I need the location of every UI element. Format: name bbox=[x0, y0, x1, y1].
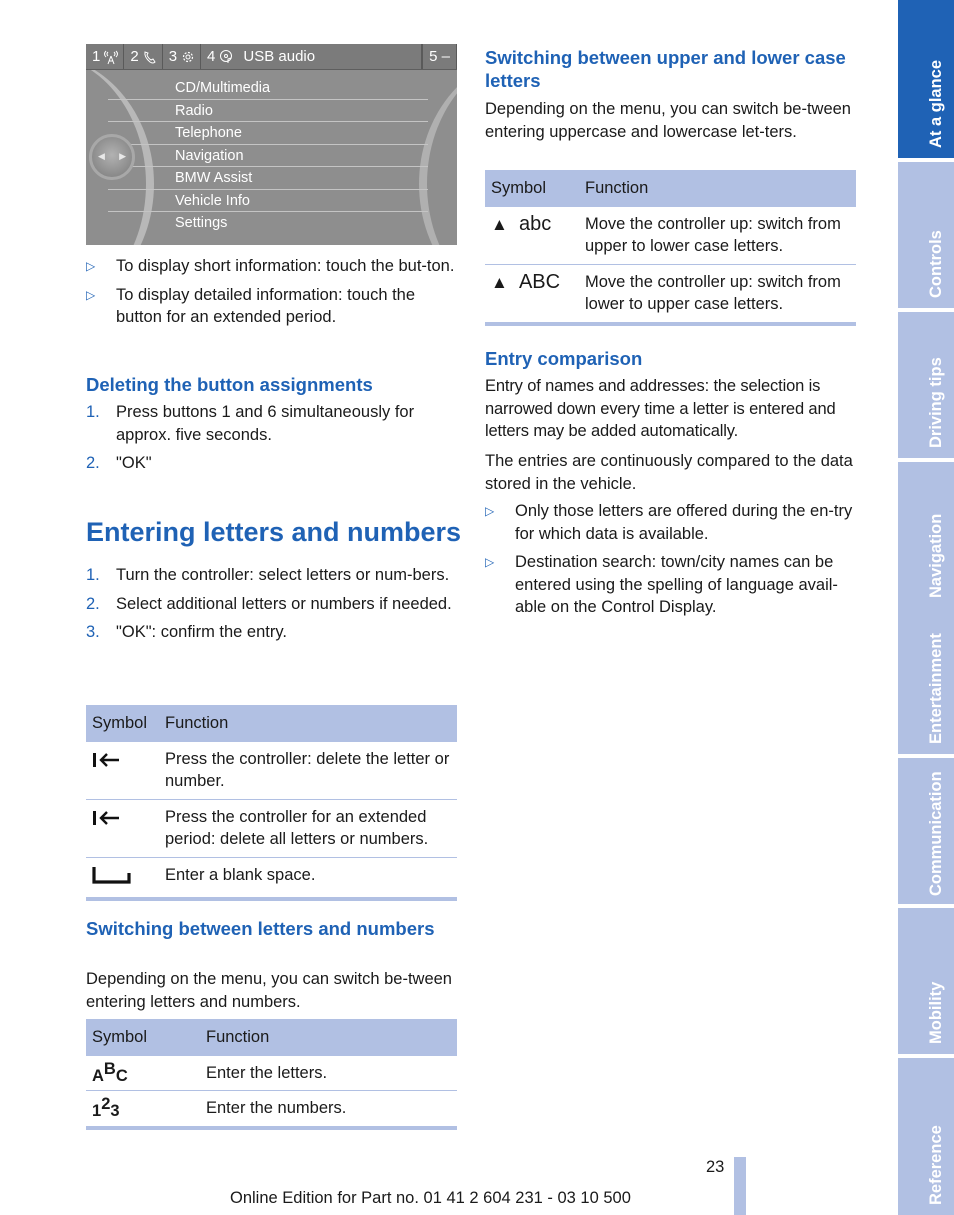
menu-item-bmw-assist: BMW Assist bbox=[108, 167, 428, 190]
tab-driving-tips[interactable]: Driving tips bbox=[898, 312, 954, 458]
menu-item-telephone: Telephone bbox=[108, 122, 428, 145]
menu-item-settings: Settings bbox=[175, 215, 228, 231]
entry-comparison-para-2: The entries are continuously compared to… bbox=[485, 452, 853, 493]
letters-mode-icon: ABC bbox=[86, 1055, 200, 1091]
tab-communication[interactable]: Communication bbox=[898, 758, 954, 904]
list-item: ▷ Destination search: town/city names can… bbox=[485, 553, 838, 616]
switching-case-heading: Switching between upper and lower case l… bbox=[485, 47, 846, 91]
idrive-screen-image: 1 2 3 4 USB audio 5 – CD/Multimedia Radi… bbox=[86, 44, 457, 245]
screen-favorites-bar: 1 2 3 4 USB audio 5 – bbox=[86, 44, 457, 70]
intro-bullet-list: ▷ To display short information: touch the… bbox=[86, 255, 458, 329]
menu-item-vehicle-info: Vehicle Info bbox=[108, 190, 428, 212]
bullet-triangle-icon: ▷ bbox=[485, 555, 495, 569]
menu-item-navigation: Navigation bbox=[108, 145, 428, 167]
list-item: 2. "OK" bbox=[86, 454, 152, 472]
table-row: Press the controller: delete the letter … bbox=[86, 741, 457, 800]
phone-icon bbox=[144, 50, 156, 63]
table-row: ▲ abc Move the controller up: switch fro… bbox=[485, 206, 856, 265]
deleting-assignments-heading: Deleting the button assignments bbox=[86, 374, 373, 395]
lowercase-mode-icon: ▲ abc bbox=[485, 206, 579, 265]
table-row: ▲ ABC Move the controller up: switch fro… bbox=[485, 264, 856, 326]
list-item: ▷ To display short information: touch the… bbox=[86, 255, 458, 278]
table-header-row: Symbol Function bbox=[485, 170, 856, 207]
settings-gear-icon bbox=[182, 51, 194, 62]
bullet-triangle-icon: ▷ bbox=[485, 504, 495, 518]
table-row: Press the controller for an extended per… bbox=[86, 799, 457, 858]
favorite-button-5: 5 – bbox=[422, 44, 457, 69]
radio-waves-icon bbox=[104, 50, 119, 64]
favorite-button-3: 3 bbox=[163, 44, 202, 69]
case-switch-table: Symbol Function ▲ abc Move the controlle… bbox=[485, 170, 856, 326]
numbers-mode-icon: 123 bbox=[86, 1090, 200, 1130]
tab-navigation[interactable]: Navigation bbox=[898, 462, 954, 608]
menu-item-cd-multimedia: CD/Multimedia bbox=[108, 77, 428, 100]
favorite-button-1: 1 bbox=[86, 44, 125, 69]
table-row: 123 Enter the numbers. bbox=[86, 1090, 457, 1130]
entry-comparison-heading: Entry comparison bbox=[485, 348, 643, 369]
list-item: 3. "OK": confirm the entry. bbox=[86, 623, 287, 641]
blank-space-icon bbox=[92, 866, 131, 884]
up-arrow-icon: ▲ bbox=[491, 272, 508, 292]
table-header-row: Symbol Function bbox=[86, 705, 457, 742]
tab-reference[interactable]: Reference bbox=[898, 1058, 954, 1215]
delete-all-icon bbox=[93, 810, 119, 825]
screen-main-menu: CD/Multimedia Radio Telephone Navigation… bbox=[108, 77, 428, 235]
tab-at-a-glance[interactable]: At a glance bbox=[898, 0, 954, 158]
entering-symbol-table: Symbol Function Press the controller: de… bbox=[86, 705, 457, 901]
list-item: ▷ To display detailed information: touch … bbox=[86, 285, 416, 327]
favorite-button-2: 2 bbox=[124, 44, 163, 69]
table-header-row: Symbol Function bbox=[86, 1019, 457, 1056]
footer-edition-text: Online Edition for Part no. 01 41 2 604 … bbox=[230, 1189, 631, 1207]
list-item: 1. Turn the controller: select letters or… bbox=[86, 566, 450, 584]
music-disc-icon bbox=[220, 49, 233, 63]
switching-letters-numbers-heading: Switching between letters and numbers bbox=[86, 918, 435, 939]
tab-entertainment[interactable]: Entertainment bbox=[898, 608, 954, 754]
entering-steps-list: 1. Turn the controller: select letters or… bbox=[86, 564, 458, 644]
knob-right-arrow-icon: ▶ bbox=[119, 151, 126, 161]
favorite-button-4: 4 USB audio bbox=[201, 44, 423, 69]
uppercase-mode-icon: ▲ ABC bbox=[485, 264, 579, 326]
entry-comparison-bullets: ▷ Only those letters are offered during t… bbox=[485, 500, 857, 619]
switching-case-body: Depending on the menu, you can switch be… bbox=[485, 100, 851, 141]
tab-mobility[interactable]: Mobility bbox=[898, 908, 954, 1054]
deleting-steps-list: 1. Press buttons 1 and 6 simultaneously f… bbox=[86, 401, 458, 475]
tab-controls[interactable]: Controls bbox=[898, 162, 954, 308]
page-number: 23 bbox=[706, 1158, 725, 1176]
bullet-triangle-icon: ▷ bbox=[86, 259, 96, 273]
knob-left-arrow-icon: ◀ bbox=[98, 151, 105, 161]
bullet-triangle-icon: ▷ bbox=[86, 287, 96, 302]
list-item: ▷ Only those letters are offered during t… bbox=[485, 502, 853, 543]
up-arrow-icon: ▲ bbox=[491, 214, 508, 234]
list-item: 1. Press buttons 1 and 6 simultaneously f… bbox=[86, 403, 415, 444]
list-item: 2. Select additional letters or numbers i… bbox=[86, 594, 452, 613]
table-row: Enter a blank space. bbox=[86, 857, 457, 901]
delete-letter-icon bbox=[93, 752, 119, 767]
table-row: ABC Enter the letters. bbox=[86, 1055, 457, 1091]
letters-numbers-table: Symbol Function ABC Enter the letters. 1… bbox=[86, 1019, 457, 1130]
page-number-bar bbox=[734, 1157, 746, 1215]
entry-comparison-para-1: Entry of names and addresses: the select… bbox=[485, 377, 836, 440]
switching-letters-numbers-body: Depending on the menu, you can switch be… bbox=[86, 970, 452, 1011]
controller-knob-icon: ◀ ▶ bbox=[89, 134, 135, 180]
menu-item-radio: Radio bbox=[108, 100, 428, 122]
section-title: Entering letters and numbers bbox=[86, 517, 462, 547]
